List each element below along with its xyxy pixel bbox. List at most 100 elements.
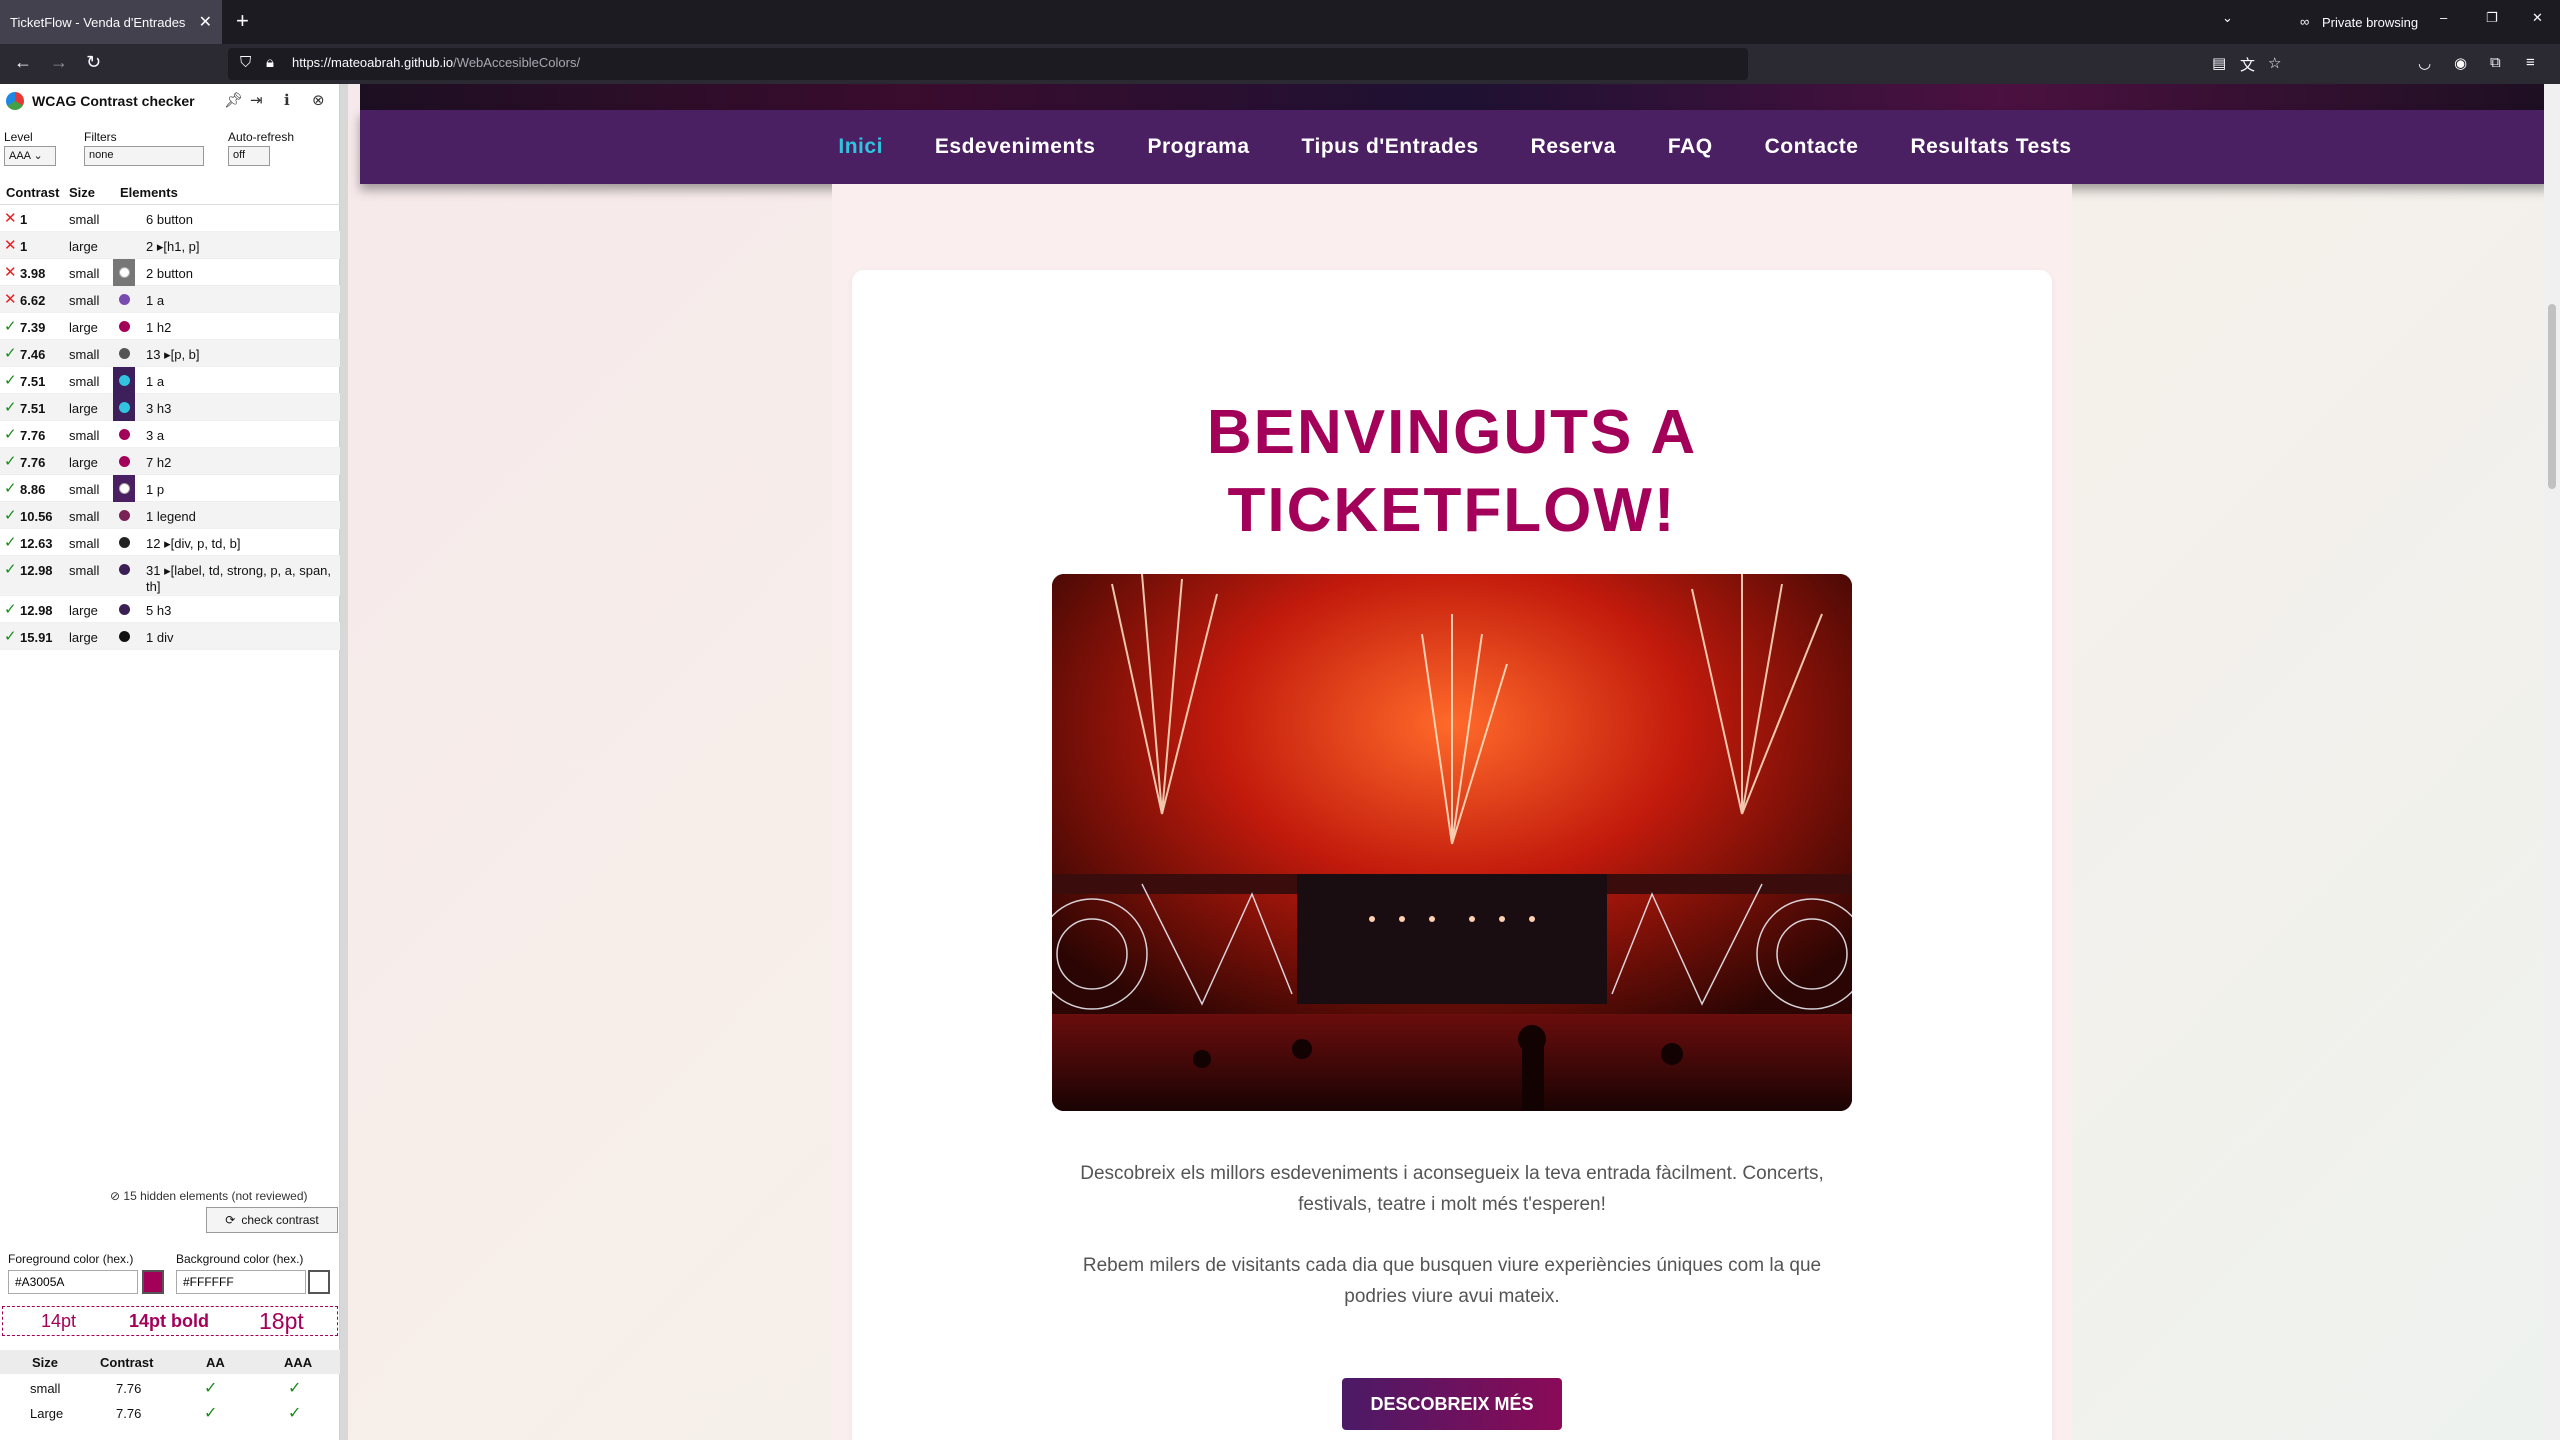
element-list[interactable]: 1 h2 [146, 320, 332, 336]
text-size: large [69, 455, 98, 470]
reader-view-icon[interactable]: ▤ [2212, 54, 2226, 72]
sidebar-resizer[interactable] [340, 84, 348, 1440]
discover-more-button[interactable]: DESCOBREIX MÉS [1342, 1378, 1562, 1430]
close-panel-icon[interactable]: ⊗ [312, 91, 325, 109]
element-list[interactable]: 13 ▸[p, b] [146, 347, 332, 363]
info-icon[interactable]: ℹ [284, 91, 290, 109]
nav-link[interactable]: Contacte [1765, 135, 1859, 159]
element-list[interactable]: 31 ▸[label, td, strong, p, a, span, th] [146, 563, 332, 595]
nav-link[interactable]: Reserva [1531, 135, 1616, 159]
new-tab-button[interactable]: + [236, 8, 249, 34]
element-list[interactable]: 3 a [146, 428, 332, 444]
contrast-ratio: 3.98 [20, 266, 46, 281]
element-list[interactable]: 2 ▸[h1, p] [146, 239, 332, 255]
nav-link[interactable]: FAQ [1668, 135, 1713, 159]
result-row[interactable]: ✓ 10.56 small 1 legend [0, 502, 340, 529]
reload-icon[interactable]: ↻ [86, 52, 101, 73]
close-window-icon[interactable]: ✕ [2532, 10, 2543, 26]
result-row[interactable]: ✓ 7.51 small 1 a [0, 367, 340, 394]
page-scrollbar[interactable] [2544, 84, 2560, 1440]
color-dot-icon [119, 537, 130, 548]
element-list[interactable]: 1 p [146, 482, 332, 498]
color-swatch [113, 259, 135, 286]
nav-link[interactable]: Resultats Tests [1910, 135, 2071, 159]
col-size: Size [69, 185, 96, 200]
element-list[interactable]: 12 ▸[div, p, td, b] [146, 536, 332, 552]
autorefresh-select[interactable]: off [228, 146, 270, 166]
result-row[interactable]: ✓ 12.63 small 12 ▸[div, p, td, b] [0, 529, 340, 556]
element-list[interactable]: 1 legend [146, 509, 332, 525]
text-size: small [69, 563, 100, 578]
text-size: small [69, 347, 100, 362]
close-tab-icon[interactable]: ✕ [199, 12, 212, 32]
contrast-ratio: 7.39 [20, 320, 46, 335]
result-row[interactable]: ✓ 8.86 small 1 p [0, 475, 340, 502]
level-select[interactable]: AAA ⌄ [4, 146, 56, 166]
result-row[interactable]: ✓ 7.76 small 3 a [0, 421, 340, 448]
pass-icon: ✓ [4, 534, 17, 551]
account-icon[interactable]: ◉ [2454, 54, 2467, 72]
fail-icon: ✕ [4, 291, 17, 308]
result-row[interactable]: ✓ 7.51 large 3 h3 [0, 394, 340, 421]
extensions-icon[interactable]: ⧉ [2490, 54, 2501, 71]
element-list[interactable]: 1 a [146, 293, 332, 309]
result-row[interactable]: ✓ 7.46 small 13 ▸[p, b] [0, 340, 340, 367]
dock-side-icon[interactable]: ⇥ [250, 91, 263, 109]
result-row[interactable]: ✓ 12.98 small 31 ▸[label, td, strong, p, a,… [0, 556, 340, 596]
visitors-paragraph: Rebem milers de visitants cada dia que b… [1082, 1255, 1822, 1307]
result-row[interactable]: ✓ 12.98 large 5 h3 [0, 596, 340, 623]
element-list[interactable]: 5 h3 [146, 603, 332, 619]
element-list[interactable]: 1 div [146, 630, 332, 646]
list-tabs-icon[interactable]: ⌄ [2222, 10, 2233, 26]
result-row[interactable]: ✕ 3.98 small 2 button [0, 259, 340, 286]
lock-icon[interactable]: 🔒︎ [266, 54, 274, 71]
result-row[interactable]: ✓ 15.91 large 1 div [0, 623, 340, 650]
web-page: Inici Esdeveniments Programa Tipus d'Entrad… [348, 84, 2560, 1440]
nav-link[interactable]: Programa [1147, 135, 1249, 159]
col-contrast: Contrast [6, 185, 60, 200]
pass-icon: ✓ [4, 480, 17, 497]
result-row[interactable]: ✕ 1 large 2 ▸[h1, p] [0, 232, 340, 259]
result-row[interactable]: ✕ 1 small 6 button [0, 205, 340, 232]
browser-tab[interactable]: TicketFlow - Venda d'Entrades ✕ [0, 0, 222, 44]
back-icon[interactable]: ← [14, 52, 32, 73]
minimize-icon[interactable]: – [2440, 10, 2447, 25]
result-row[interactable]: ✕ 6.62 small 1 a [0, 286, 340, 313]
color-swatch [113, 394, 135, 421]
foreground-label: Foreground color (hex.) [8, 1252, 134, 1266]
check-icon: ✓ [204, 1405, 218, 1422]
element-list[interactable]: 7 h2 [146, 455, 332, 471]
bookmark-star-icon[interactable]: ☆ [2268, 54, 2281, 72]
pocket-icon[interactable]: ◡ [2418, 54, 2431, 72]
color-dot-icon [119, 402, 130, 413]
shield-icon[interactable]: ⛉ [240, 54, 251, 71]
url-text[interactable]: https://mateoabrah.github.io/WebAccesibl… [292, 55, 580, 70]
nav-link[interactable]: Tipus d'Entrades [1302, 135, 1479, 159]
restore-icon[interactable]: ❐ [2486, 10, 2498, 26]
nav-link[interactable]: Inici [838, 135, 883, 159]
check-contrast-button[interactable]: ⟳ check contrast [206, 1207, 338, 1233]
forward-icon[interactable]: → [50, 52, 68, 73]
foreground-hex-input[interactable] [8, 1270, 138, 1294]
scrollbar-thumb[interactable] [2548, 304, 2556, 489]
nav-link[interactable]: Esdeveniments [935, 135, 1096, 159]
menu-icon[interactable]: ≡ [2526, 54, 2535, 71]
color-swatch [113, 421, 135, 448]
result-row[interactable]: ✓ 7.76 large 7 h2 [0, 448, 340, 475]
element-list[interactable]: 6 button [146, 212, 332, 228]
element-list[interactable]: 2 button [146, 266, 332, 282]
background-hex-input[interactable] [176, 1270, 306, 1294]
eye-off-icon: ⊘ [110, 1189, 124, 1203]
color-swatch [113, 475, 135, 502]
contrast-ratio: 10.56 [20, 509, 53, 524]
filters-select[interactable]: none [84, 146, 204, 166]
wcag-contrast-panel: WCAG Contrast checker 📌︎ ⇥ ℹ ⊗ Level AAA… [0, 84, 340, 1440]
foreground-color-picker[interactable] [142, 1270, 164, 1294]
element-list[interactable]: 3 h3 [146, 401, 332, 417]
background-color-picker[interactable] [308, 1270, 330, 1294]
contrast-ratio: 6.62 [20, 293, 46, 308]
result-row[interactable]: ✓ 7.39 large 1 h2 [0, 313, 340, 340]
element-list[interactable]: 1 a [146, 374, 332, 390]
translate-icon[interactable]: 文 [2240, 54, 2255, 75]
pin-icon[interactable]: 📌︎ [224, 91, 243, 109]
